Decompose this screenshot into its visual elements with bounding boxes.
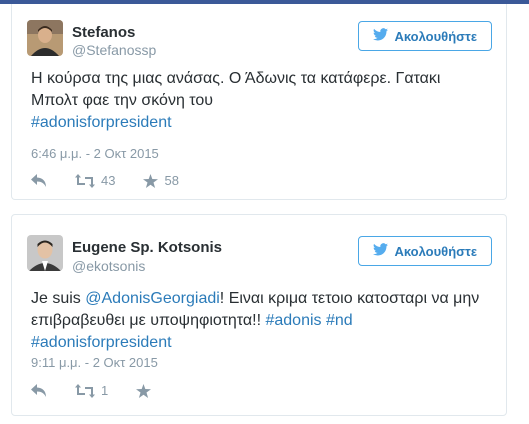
tweet-actions: 43 58 (31, 173, 179, 188)
follow-button[interactable]: Ακολουθήστε (358, 236, 492, 266)
tweet-card: Stefanos @Stefanossp Ακολουθήστε Η κούρσ… (11, 4, 507, 200)
follow-button-label: Ακολουθήστε (394, 243, 477, 259)
tweet-card: Eugene Sp. Kotsonis @ekotsonis Ακολουθήσ… (11, 214, 507, 416)
star-icon (136, 383, 152, 398)
reply-button[interactable] (31, 173, 47, 188)
reply-button[interactable] (31, 383, 47, 398)
hashtag-link[interactable]: #adonisforpresident (31, 334, 172, 351)
follow-button-label: Ακολουθήστε (394, 28, 477, 44)
tweet-text: Η κούρσα της μιας ανάσας. Ο Άδωνις τα κα… (31, 68, 486, 134)
like-count: 58 (164, 173, 179, 188)
twitter-bird-icon (373, 28, 389, 44)
tweet-actions: 1 (31, 383, 152, 398)
twitter-bird-icon (373, 243, 389, 259)
tweet-timestamp[interactable]: 6:46 μ.μ. - 2 Οκτ 2015 (31, 146, 159, 161)
retweet-icon (75, 383, 95, 398)
follow-button[interactable]: Ακολουθήστε (358, 21, 492, 51)
tweet-text-prefix: Je suis (31, 290, 86, 307)
star-icon (143, 173, 159, 188)
user-name[interactable]: Eugene Sp. Kotsonis (72, 239, 222, 256)
user-handle[interactable]: @ekotsonis (72, 258, 145, 274)
user-name[interactable]: Stefanos (72, 24, 135, 41)
mention-link[interactable]: @AdonisGeorgiadi (85, 290, 220, 307)
tweet-timestamp[interactable]: 9:11 μ.μ. - 2 Οκτ 2015 (31, 355, 158, 370)
retweet-button[interactable]: 1 (75, 383, 108, 398)
like-button[interactable]: 58 (143, 173, 179, 188)
hashtag-link[interactable]: #adonisforpresident (31, 114, 172, 131)
hashtag-link[interactable]: #adonis (265, 312, 321, 329)
reply-icon (31, 383, 47, 398)
retweet-count: 43 (101, 173, 116, 188)
retweet-icon (75, 173, 95, 188)
avatar[interactable] (27, 235, 63, 271)
hashtag-link[interactable]: #nd (326, 312, 353, 329)
tweet-text-body: Η κούρσα της μιας ανάσας. Ο Άδωνις τα κα… (31, 70, 441, 109)
retweet-button[interactable]: 43 (75, 173, 115, 188)
user-handle[interactable]: @Stefanossp (72, 42, 156, 58)
reply-icon (31, 173, 47, 188)
retweet-count: 1 (101, 383, 109, 398)
like-button[interactable] (136, 383, 152, 398)
avatar[interactable] (27, 20, 63, 56)
tweet-text: Je suis @AdonisGeorgiadi! Ειναι κριμα τε… (31, 288, 486, 354)
